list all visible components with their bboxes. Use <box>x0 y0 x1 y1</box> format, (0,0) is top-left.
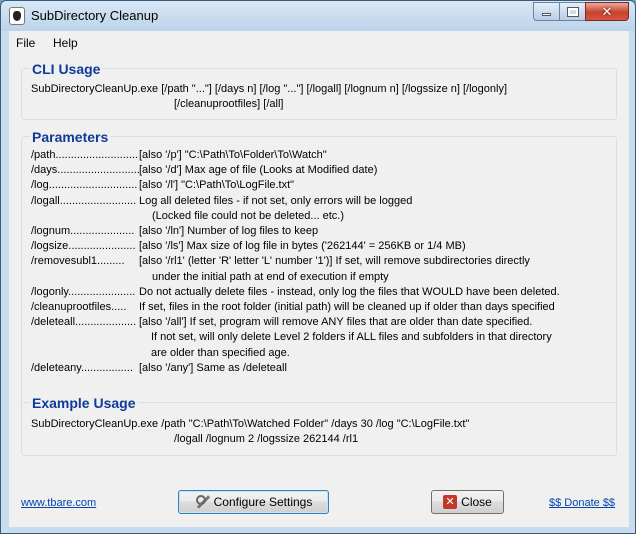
parameter-description: Do not actually delete files - instead, … <box>139 285 560 298</box>
close-icon: ✕ <box>601 3 613 19</box>
donate-link[interactable]: $$ Donate $$ <box>549 497 615 509</box>
parameter-key: /deleteall.................... <box>31 316 137 329</box>
menu-bar: File Help <box>9 31 629 53</box>
close-label: Close <box>461 495 492 509</box>
parameter-description: [also '/ln'] Number of log files to keep <box>139 225 319 237</box>
configure-settings-button[interactable]: Configure Settings <box>178 490 329 514</box>
parameter-description: Log all deleted files - if not set, only… <box>139 194 413 207</box>
parameters-group: Parameters /path........................… <box>21 129 617 408</box>
minimize-icon <box>542 13 551 16</box>
cli-usage-heading: CLI Usage <box>30 61 103 77</box>
example-usage-heading: Example Usage <box>30 395 138 411</box>
window-title: SubDirectory Cleanup <box>31 8 159 23</box>
menu-file[interactable]: File <box>16 36 35 50</box>
parameters-heading: Parameters <box>30 129 111 145</box>
main-window: SubDirectory Cleanup ✕ File Help CLI Usa… <box>0 0 636 534</box>
cli-usage-line-1: SubDirectoryCleanUp.exe [/path "..."] [/… <box>31 83 508 95</box>
close-icon: ✕ <box>443 495 458 509</box>
parameter-description: [also '/any'] Same as /deleteall <box>139 361 287 374</box>
website-link[interactable]: www.tbare.com <box>21 497 96 509</box>
parameter-key: /cleanuprootfiles..... <box>31 301 127 313</box>
parameter-description: If set, files in the root folder (initia… <box>139 301 555 313</box>
parameter-description-continued: (Locked file could not be deleted... etc… <box>152 209 345 222</box>
caption-buttons: ✕ <box>533 2 629 21</box>
parameter-key: /logsize...................... <box>31 240 136 253</box>
parameter-description: [also '/l'] "C:\Path\To\LogFile.txt" <box>139 179 295 192</box>
parameter-description-continued: are older than specified age. <box>151 346 290 359</box>
window-close-button[interactable]: ✕ <box>585 2 629 21</box>
parameter-key: /logonly...................... <box>31 285 136 298</box>
parameter-key: /days........................... <box>31 164 140 177</box>
close-button[interactable]: ✕ Close <box>431 490 504 514</box>
client-area: File Help CLI Usage SubDirectoryCleanUp.… <box>9 31 629 527</box>
parameter-description-continued: under the initial path at end of executi… <box>152 270 389 283</box>
menu-help[interactable]: Help <box>53 36 78 50</box>
wrench-icon <box>195 494 211 510</box>
parameter-key: /log............................. <box>31 179 138 192</box>
parameter-description-continued: If not set, will only delete Level 2 fol… <box>151 331 552 344</box>
maximize-button[interactable] <box>559 2 585 21</box>
example-usage-line-2: /logall /lognum 2 /logssize 262144 /rl1 <box>174 433 359 445</box>
example-usage-group: Example Usage SubDirectoryCleanUp.exe /p… <box>21 395 617 456</box>
example-usage-line-1: SubDirectoryCleanUp.exe /path "C:\Path\T… <box>31 418 470 430</box>
app-icon[interactable] <box>9 7 25 25</box>
maximize-icon <box>566 6 579 17</box>
parameter-key: /deleteany................. <box>31 361 133 374</box>
minimize-button[interactable] <box>533 2 559 21</box>
configure-settings-label: Configure Settings <box>213 495 313 509</box>
parameter-key: /removesubl1......... <box>31 255 125 268</box>
parameter-description: [also '/all'] If set, program will remov… <box>139 316 533 329</box>
cli-usage-group: CLI Usage SubDirectoryCleanUp.exe [/path… <box>21 61 617 120</box>
parameter-key: /lognum..................... <box>31 225 135 237</box>
cli-usage-line-2: [/cleanuprootfiles] [/all] <box>174 98 284 110</box>
parameter-description: [also '/rl1' (letter 'R' letter 'L' numb… <box>139 255 530 268</box>
parameter-key: /path........................... <box>31 149 138 161</box>
parameter-description: [also '/p'] "C:\Path\To\Folder\To\Watch" <box>139 149 327 161</box>
title-bar[interactable]: SubDirectory Cleanup ✕ <box>1 1 635 31</box>
parameter-description: [also '/d'] Max age of file (Looks at Mo… <box>139 164 378 177</box>
parameter-key: /logall......................... <box>31 194 137 207</box>
parameter-description: [also '/ls'] Max size of log file in byt… <box>139 240 466 253</box>
